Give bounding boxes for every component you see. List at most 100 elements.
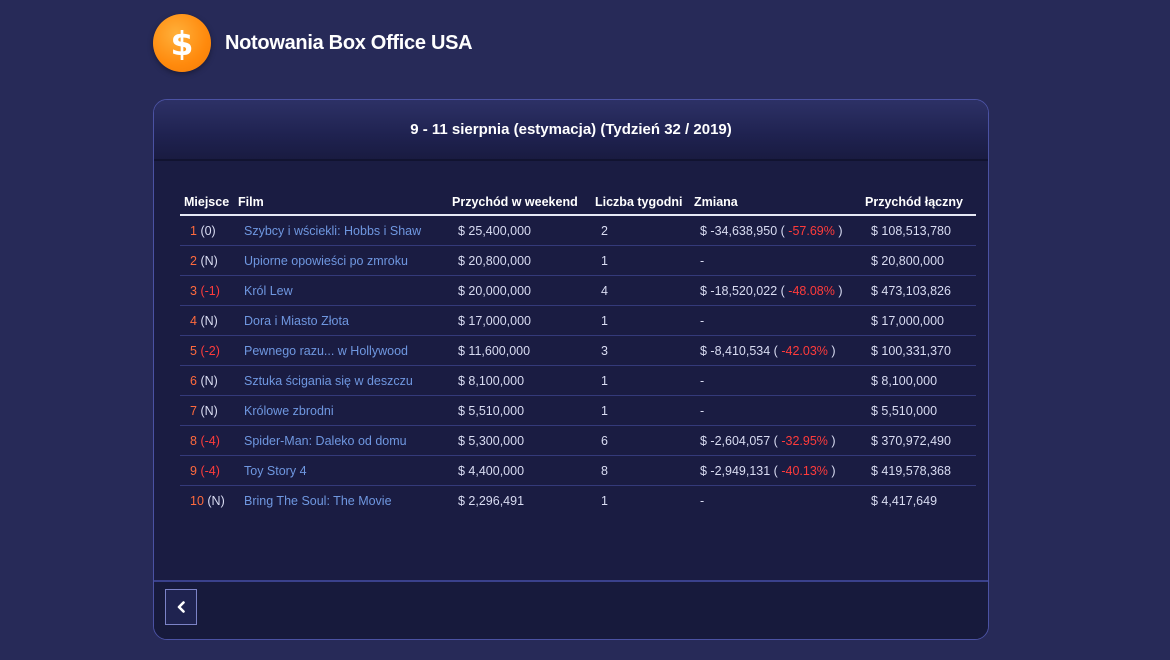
weekend-cell: $ 5,300,000 <box>448 425 591 456</box>
film-link[interactable]: Królowe zbrodni <box>244 404 334 418</box>
total-cell: $ 4,417,649 <box>871 493 938 508</box>
rank-change: (-2) <box>200 343 220 358</box>
change-cell: $ -34,638,950 ( -57.69% ) <box>690 215 861 246</box>
rank-number: 10 <box>190 493 204 508</box>
rank-change: (N) <box>200 313 218 328</box>
column-header-total: Przychód łączny <box>861 194 976 216</box>
table-row: 8 (-4) Spider-Man: Daleko od domu $ 5,30… <box>180 425 976 456</box>
film-cell: Dora i Miasto Złota <box>234 305 448 336</box>
rank-cell: 10 (N) <box>180 486 234 516</box>
table-row: 9 (-4) Toy Story 4 $ 4,400,000 8 $ -2,94… <box>180 455 976 486</box>
weekend-cell: $ 2,296,491 <box>458 493 525 508</box>
chevron-left-icon <box>177 601 185 613</box>
page: $ Notowania Box Office USA 9 - 11 sierpn… <box>0 0 1170 660</box>
film-link[interactable]: Toy Story 4 <box>244 464 307 478</box>
film-link[interactable]: Bring The Soul: The Movie <box>244 494 392 508</box>
ranking-table-wrapper: Miejsce Film Przychód w weekend Liczba t… <box>180 194 976 515</box>
table-row: 3 (-1) Król Lew $ 20,000,000 4 $ -18,520… <box>180 275 976 306</box>
weeks-cell: 6 <box>591 425 690 456</box>
total-cell: $ 100,331,370 <box>861 335 976 366</box>
film-cell: Sztuka ścigania się w deszczu <box>234 365 448 396</box>
film-link[interactable]: Król Lew <box>244 284 293 298</box>
rank-change: (N) <box>207 493 225 508</box>
change-close: ) <box>831 343 836 358</box>
weekend-cell: $ 17,000,000 <box>448 305 591 336</box>
total-cell: $ 5,510,000 <box>861 395 976 426</box>
table-row: 4 (N) Dora i Miasto Złota $ 17,000,000 1… <box>180 305 976 336</box>
weekend-cell: $ 20,800,000 <box>448 245 591 276</box>
rank-cell: 6 (N) <box>180 365 234 396</box>
weekend-cell: $ 8,100,000 <box>448 365 591 396</box>
film-cell: Upiorne opowieści po zmroku <box>234 245 448 276</box>
weeks-cell: 8 <box>591 455 690 486</box>
change-amount: - <box>700 313 705 328</box>
weeks-cell: 4 <box>591 275 690 306</box>
change-cell: $ -2,604,057 ( -32.95% ) <box>690 425 861 456</box>
app-header: $ Notowania Box Office USA <box>153 14 473 72</box>
film-link[interactable]: Upiorne opowieści po zmroku <box>244 254 408 268</box>
change-close: ) <box>831 433 836 448</box>
rank-number: 4 <box>190 313 197 328</box>
column-header-weekend: Przychód w weekend <box>448 194 591 216</box>
table-row: 1 (0) Szybcy i wściekli: Hobbs i Shaw $ … <box>180 215 976 246</box>
total-cell: $ 108,513,780 <box>861 215 976 246</box>
change-percent: -48.08% <box>788 283 835 298</box>
weeks-cell: 1 <box>591 305 690 336</box>
film-link[interactable]: Dora i Miasto Złota <box>244 314 349 328</box>
film-link[interactable]: Pewnego razu... w Hollywood <box>244 344 408 358</box>
table-row: 2 (N) Upiorne opowieści po zmroku $ 20,8… <box>180 245 976 276</box>
rank-cell: 3 (-1) <box>180 275 234 306</box>
change-cell: $ -2,949,131 ( -40.13% ) <box>690 455 861 486</box>
film-cell: Toy Story 4 <box>234 455 448 486</box>
change-cell: - <box>690 305 861 336</box>
weekend-cell: $ 20,000,000 <box>448 275 591 306</box>
card-title: 9 - 11 sierpnia (estymacja) (Tydzień 32 … <box>410 121 732 138</box>
table-body: 1 (0) Szybcy i wściekli: Hobbs i Shaw $ … <box>180 215 976 515</box>
change-cell: - <box>690 245 861 276</box>
change-amount: - <box>700 253 705 268</box>
rank-number: 2 <box>190 253 197 268</box>
change-amount: - <box>700 493 705 508</box>
change-cell: $ -18,520,022 ( -48.08% ) <box>690 275 861 306</box>
film-link[interactable]: Szybcy i wściekli: Hobbs i Shaw <box>244 224 421 238</box>
rank-number: 8 <box>190 433 197 448</box>
film-link[interactable]: Spider-Man: Daleko od domu <box>244 434 407 448</box>
weekend-cell: $ 25,400,000 <box>448 215 591 246</box>
rank-number: 1 <box>190 223 197 238</box>
change-close: ) <box>838 283 843 298</box>
film-cell: Pewnego razu... w Hollywood <box>234 335 448 366</box>
change-amount: - <box>700 373 705 388</box>
column-header-film: Film <box>234 194 448 216</box>
total-cell: $ 17,000,000 <box>861 305 976 336</box>
weeks-cell: 1 <box>591 245 690 276</box>
weeks-cell: 1 <box>591 365 690 396</box>
total-cell: $ 20,800,000 <box>861 245 976 276</box>
change-amount: - <box>700 403 705 418</box>
change-close: ) <box>838 223 843 238</box>
change-cell: $ -8,410,534 ( -42.03% ) <box>690 335 861 366</box>
back-button[interactable] <box>165 589 197 625</box>
film-cell: Królowe zbrodni <box>234 395 448 426</box>
change-cell: - <box>690 395 861 426</box>
rank-change: (-1) <box>200 283 220 298</box>
weeks-cell: 1 <box>591 395 690 426</box>
rank-change: (-4) <box>200 433 220 448</box>
total-cell: $ 419,578,368 <box>861 455 976 486</box>
total-cell: $ 370,972,490 <box>861 425 976 456</box>
logo-symbol: $ <box>170 23 194 63</box>
column-header-rank: Miejsce <box>180 194 234 216</box>
total-cell: $ 8,100,000 <box>861 365 976 396</box>
change-percent: -40.13% <box>781 463 828 478</box>
rank-number: 9 <box>190 463 197 478</box>
film-cell: Bring The Soul: The Movie <box>234 486 448 516</box>
table-header: Miejsce Film Przychód w weekend Liczba t… <box>180 194 976 216</box>
rank-number: 3 <box>190 283 197 298</box>
film-link[interactable]: Sztuka ścigania się w deszczu <box>244 374 413 388</box>
rank-number: 5 <box>190 343 197 358</box>
rank-change: (N) <box>200 403 218 418</box>
rank-cell: 5 (-2) <box>180 335 234 366</box>
change-amount: $ -18,520,022 ( <box>700 283 785 298</box>
box-office-card: 9 - 11 sierpnia (estymacja) (Tydzień 32 … <box>153 99 989 640</box>
column-header-weeks: Liczba tygodni <box>591 194 690 216</box>
table-row: 5 (-2) Pewnego razu... w Hollywood $ 11,… <box>180 335 976 366</box>
